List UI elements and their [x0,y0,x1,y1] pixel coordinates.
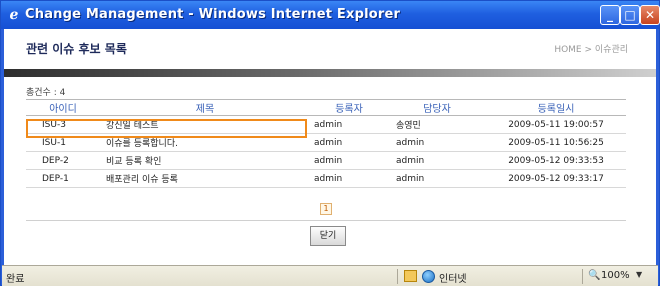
title-bar[interactable]: ℯ Change Management - Windows Internet E… [1,1,660,29]
table-header-row: 아이디 제목 등록자 담당자 등록일시 [26,99,626,116]
column-header-registrant[interactable]: 등록자 [310,99,388,116]
status-divider [397,269,398,284]
cell-id: DEP-1 [26,169,100,188]
header-band [4,69,656,77]
zoom-magnifier-icon[interactable]: 🔍 [588,270,600,281]
column-header-registered-at[interactable]: 등록일시 [486,99,626,116]
cell-registered-at: 2009-05-11 10:56:25 [486,133,626,152]
column-header-title[interactable]: 제목 [100,99,310,116]
cell-manager: admin [388,169,486,188]
internet-zone-globe-icon [422,270,435,283]
cell-registrant: admin [310,133,388,152]
page-title: 관련 이슈 후보 목록 [26,42,127,56]
cell-registered-at: 2009-05-11 19:00:57 [486,115,626,134]
cell-manager: 송영민 [388,115,486,134]
cell-manager: admin [388,133,486,152]
cell-registrant: admin [310,169,388,188]
selected-row-highlight [26,119,307,138]
cell-registrant: admin [310,115,388,134]
protected-mode-icon[interactable] [404,270,417,282]
status-bar: 완료 인터넷 🔍 100% ▼ [2,265,658,286]
close-window-button[interactable]: ✕ [640,5,660,25]
cell-title-link[interactable]: 비교 등록 확인 [100,151,310,170]
security-zone-label[interactable]: 인터넷 [439,270,467,285]
table-row[interactable]: DEP-1 배포관리 이슈 등록 admin admin 2009-05-12 … [26,169,626,188]
cell-registrant: admin [310,151,388,170]
close-button[interactable]: 닫기 [310,226,346,246]
table-row[interactable]: DEP-2 비교 등록 확인 admin admin 2009-05-12 09… [26,151,626,170]
issue-candidate-table: 아이디 제목 등록자 담당자 등록일시 ISU-3 강신일 테스트 admin … [26,99,626,188]
pagination-page-1[interactable]: 1 [320,203,332,215]
zoom-dropdown-arrow-icon[interactable]: ▼ [636,270,642,279]
cell-manager: admin [388,151,486,170]
cell-registered-at: 2009-05-12 09:33:17 [486,169,626,188]
maximize-button[interactable]: □ [620,5,640,25]
column-header-manager[interactable]: 담당자 [388,99,486,116]
window-title: Change Management - Windows Internet Exp… [25,7,401,22]
cell-registered-at: 2009-05-12 09:33:53 [486,151,626,170]
status-text: 완료 [6,274,25,285]
internet-explorer-icon: ℯ [9,7,19,23]
browser-window: ℯ Change Management - Windows Internet E… [0,0,660,286]
cell-id: DEP-2 [26,151,100,170]
cell-title-link[interactable]: 배포관리 이슈 등록 [100,169,310,188]
zoom-level[interactable]: 100% [601,270,630,281]
page-content: 관련 이슈 후보 목록 HOME > 이슈관리 총건수 : 4 아이디 제목 등… [4,29,656,265]
minimize-button[interactable]: _ [600,5,620,25]
column-header-id[interactable]: 아이디 [26,99,100,116]
divider [26,220,626,221]
breadcrumb: HOME > 이슈관리 [554,45,628,55]
total-count: 총건수 : 4 [26,88,66,98]
status-divider [582,269,583,284]
